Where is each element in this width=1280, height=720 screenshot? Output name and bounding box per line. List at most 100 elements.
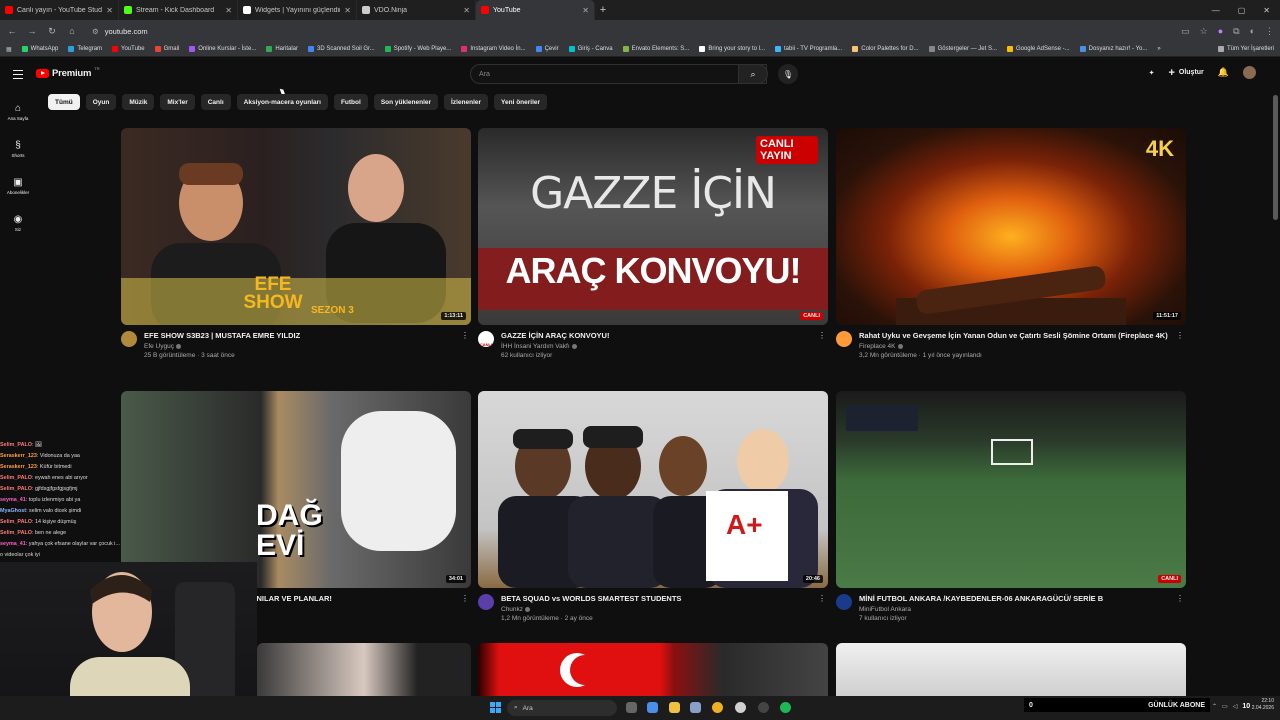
video-thumbnail[interactable]: EFE SHOW SEZON 3 1:13:11	[121, 128, 471, 325]
video-card[interactable]: CANLI MİNİ FUTBOL ANKARA /KAYBEDENLER-06…	[836, 391, 1186, 622]
browser-tab[interactable]: Stream - Kick Dashboard ✕	[119, 0, 238, 20]
video-card[interactable]: EFE SHOW SEZON 3 1:13:11 EFE SHOW S3B23 …	[121, 128, 471, 359]
channel-avatar[interactable]	[478, 594, 494, 610]
sidebar-item-home[interactable]: ⌂ Ana Sayfa	[0, 93, 36, 130]
filter-chip[interactable]: Tümü	[48, 94, 80, 110]
notifications-bell-icon[interactable]: 🔔	[1218, 67, 1229, 78]
network-icon[interactable]: ▭	[1222, 703, 1228, 710]
apps-grid-icon[interactable]: ▦	[6, 46, 12, 53]
video-thumbnail[interactable]: CANLI	[836, 391, 1186, 588]
close-icon[interactable]: ✕	[225, 6, 232, 15]
filter-chip[interactable]: Futbol	[333, 94, 368, 110]
filter-chip[interactable]: Oyun	[85, 94, 117, 110]
tray-chevron-icon[interactable]: ⌃	[1212, 703, 1217, 710]
extension-icon[interactable]: ●	[1218, 26, 1223, 37]
all-bookmarks-folder[interactable]: Tüm Yer İşaretleri	[1217, 46, 1274, 52]
video-title[interactable]: BETA SQUAD vs WORLDS SMARTEST STUDENTS	[501, 594, 828, 604]
more-options-icon[interactable]: ⋮	[1176, 594, 1184, 603]
bookmark-item[interactable]: Envato Elements: S...	[622, 46, 689, 52]
cast-icon[interactable]: ▭	[1181, 26, 1190, 37]
channel-name[interactable]: İHH İnsani Yardım Vakfı	[501, 343, 570, 350]
browser-tab[interactable]: YouTube ✕	[476, 0, 595, 20]
search-button[interactable]: ⌕	[738, 64, 768, 84]
maximize-icon[interactable]: ▢	[1238, 6, 1246, 15]
filter-chip[interactable]: Mix'ler	[160, 94, 195, 110]
browser-tab[interactable]: Canlı yayın - YouTube Studio ✕	[0, 0, 119, 20]
youtube-logo[interactable]: Premium TR	[36, 66, 100, 79]
more-options-icon[interactable]: ⋮	[461, 331, 469, 340]
profile-icon[interactable]: ◐	[1250, 26, 1255, 37]
cast-button-icon[interactable]: ✦	[1149, 69, 1155, 77]
scrollbar[interactable]	[1273, 95, 1278, 220]
bookmark-item[interactable]: 3D Scanned Soil Gr...	[308, 46, 375, 52]
bookmark-item[interactable]: Gmail	[154, 46, 179, 52]
app-icon[interactable]	[758, 702, 769, 713]
address-bar[interactable]: ⚙ youtube.com	[86, 23, 1173, 39]
account-avatar[interactable]	[1243, 66, 1256, 79]
video-title[interactable]: MİNİ FUTBOL ANKARA /KAYBEDENLER-06 ANKAR…	[859, 594, 1186, 604]
channel-name[interactable]: Fireplace 4K	[859, 343, 896, 350]
bookmark-item[interactable]: Color Palettes for D...	[852, 46, 919, 52]
sidebar-item-shorts[interactable]: § Shorts	[0, 130, 36, 167]
video-card[interactable]: 4K 11:51:17 Rahat Uyku ve Gevşeme İçin Y…	[836, 128, 1186, 359]
reload-icon[interactable]: ↻	[46, 26, 58, 37]
taskbar-clock[interactable]: 22:10 2.04.2026	[1252, 698, 1274, 712]
channel-name[interactable]: Efe Uyguç	[144, 343, 174, 350]
sidebar-item-subscriptions[interactable]: ▣ Abonelikler	[0, 167, 36, 204]
video-title[interactable]: …NILAR VE PLANLAR!	[249, 594, 471, 604]
channel-avatar[interactable]	[836, 331, 852, 347]
more-bookmarks-icon[interactable]: »	[1157, 46, 1160, 52]
filter-chip[interactable]: Canlı	[200, 94, 231, 110]
filter-chip[interactable]: Aksiyon-macera oyunları	[236, 94, 328, 110]
filter-chip[interactable]: İzlenenler	[444, 94, 489, 110]
more-options-icon[interactable]: ⋮	[818, 331, 826, 340]
video-thumbnail[interactable]	[836, 643, 1186, 696]
voice-search-button[interactable]: 🎙	[778, 64, 798, 84]
file-explorer-icon[interactable]	[669, 702, 680, 713]
extensions-icon[interactable]: ⧉	[1233, 26, 1239, 37]
more-options-icon[interactable]: ⋮	[461, 594, 469, 603]
video-thumbnail[interactable]: GAZZE İÇİN ARAÇ KONVOYU! CANLI YAYIN CAN…	[478, 128, 828, 325]
bookmark-item[interactable]: Online Kurslar - İste...	[189, 46, 256, 52]
minimize-icon[interactable]: —	[1212, 6, 1220, 15]
home-icon[interactable]: ⌂	[66, 26, 78, 36]
bookmark-item[interactable]: Göstergeler — Jet S...	[928, 46, 997, 52]
channel-name[interactable]: Chunkz	[501, 606, 523, 613]
new-tab-icon[interactable]: +	[595, 4, 611, 16]
spotify-icon[interactable]	[780, 702, 791, 713]
video-title[interactable]: Rahat Uyku ve Gevşeme İçin Yanan Odun ve…	[859, 331, 1186, 341]
bookmark-item[interactable]: Bring your story to l...	[699, 46, 765, 52]
browser-tab[interactable]: VDO.Ninja ✕	[357, 0, 476, 20]
browser-tab[interactable]: Widgets | Yayınını güçlendirme ✕	[238, 0, 357, 20]
copilot-icon[interactable]	[647, 702, 658, 713]
bookmark-item[interactable]: Dosyanız hazır! - Yo...	[1079, 46, 1147, 52]
channel-avatar[interactable]: CANLI	[478, 331, 494, 347]
close-icon[interactable]: ✕	[463, 6, 470, 15]
task-view-icon[interactable]	[626, 702, 637, 713]
close-icon[interactable]: ✕	[582, 6, 589, 15]
sidebar-item-you[interactable]: ◉ Siz	[0, 204, 36, 241]
bookmark-item[interactable]: Giriş - Canva	[568, 46, 613, 52]
bookmark-star-icon[interactable]: ☆	[1200, 26, 1208, 37]
close-icon[interactable]: ✕	[344, 6, 351, 15]
video-card[interactable]: GAZZE İÇİN ARAÇ KONVOYU! CANLI YAYIN CAN…	[478, 128, 828, 359]
taskbar-search[interactable]: ⌕ Ara	[507, 700, 617, 716]
channel-name[interactable]: MiniFutbol Ankara	[859, 606, 911, 613]
forward-icon[interactable]: →	[26, 26, 38, 36]
bookmark-item[interactable]: Spotify - Web Playe...	[384, 46, 451, 52]
search-input[interactable]: Ara	[470, 64, 767, 84]
chrome-icon[interactable]	[712, 702, 723, 713]
bookmark-item[interactable]: Instagram Video İn...	[461, 46, 526, 52]
windows-start-icon[interactable]	[490, 702, 501, 713]
video-title[interactable]: EFE SHOW S3B23 | MUSTAFA EMRE YILDIZ	[144, 331, 471, 341]
hamburger-menu-icon[interactable]	[13, 70, 23, 81]
store-icon[interactable]	[690, 702, 701, 713]
video-title[interactable]: GAZZE İÇİN ARAÇ KONVOYU!	[501, 331, 828, 341]
obs-icon[interactable]	[735, 702, 746, 713]
close-window-icon[interactable]: ✕	[1263, 6, 1270, 15]
more-options-icon[interactable]: ⋮	[1176, 331, 1184, 340]
channel-avatar[interactable]	[121, 331, 137, 347]
filter-chip[interactable]: Son yüklenenler	[373, 94, 439, 110]
close-icon[interactable]: ✕	[106, 6, 113, 15]
channel-avatar[interactable]	[836, 594, 852, 610]
